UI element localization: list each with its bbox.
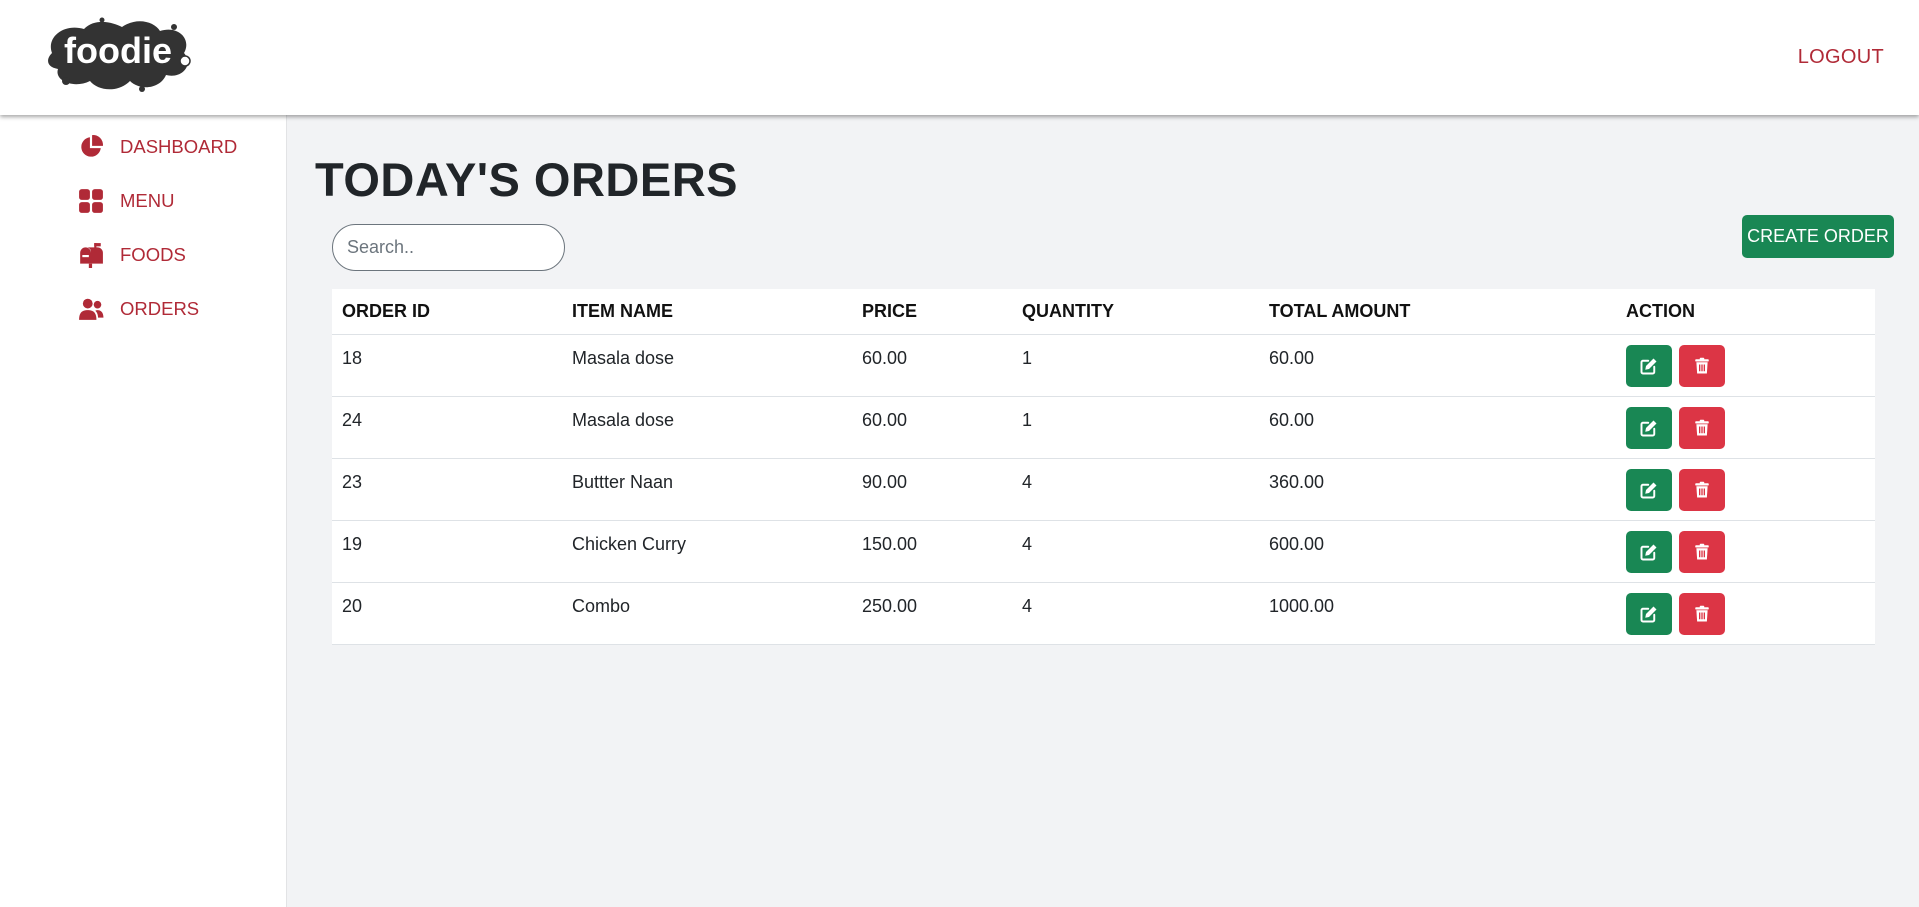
cell-order-id: 18 <box>332 334 562 397</box>
sidebar-item-dashboard[interactable]: DASHBOARD <box>78 132 237 162</box>
delete-button[interactable] <box>1679 468 1726 511</box>
sidebar-item-foods[interactable]: FOODS <box>78 240 186 270</box>
cell-action <box>1616 582 1875 645</box>
cell-item-name: Buttter Naan <box>562 458 852 521</box>
cell-order-id: 24 <box>332 396 562 459</box>
cell-total-amount: 60.00 <box>1259 396 1616 459</box>
trash-icon <box>1695 543 1709 559</box>
delete-button[interactable] <box>1679 592 1726 635</box>
cell-action <box>1616 520 1875 583</box>
sidebar-item-menu[interactable]: MENU <box>78 186 174 216</box>
column-header-price: PRICE <box>852 289 1012 335</box>
sidebar-item-label: FOODS <box>120 244 186 265</box>
column-header-quantity: QUANTITY <box>1012 289 1259 335</box>
delete-button[interactable] <box>1679 344 1726 387</box>
trash-icon <box>1695 481 1709 497</box>
cell-price: 150.00 <box>852 520 1012 583</box>
table-row: 18 Masala dose 60.00 1 60.00 <box>332 334 1875 397</box>
cell-price: 60.00 <box>852 396 1012 459</box>
cell-item-name: Chicken Curry <box>562 520 852 583</box>
grid-icon <box>79 189 103 213</box>
sidebar-item-label: MENU <box>120 190 175 211</box>
table-row: 24 Masala dose 60.00 1 60.00 <box>332 396 1875 459</box>
foodie-logo[interactable]: foodie <box>44 15 194 95</box>
delete-button[interactable] <box>1679 530 1726 573</box>
table-row: 23 Buttter Naan 90.00 4 360.00 <box>332 458 1875 521</box>
cell-order-id: 20 <box>332 582 562 645</box>
cell-order-id: 23 <box>332 458 562 521</box>
trash-icon <box>1695 605 1709 621</box>
sidebar-item-label: ORDERS <box>120 298 200 319</box>
edit-button[interactable] <box>1626 530 1672 573</box>
table-row: 19 Chicken Curry 150.00 4 600.00 <box>332 520 1875 583</box>
orders-table: ORDER ID ITEM NAME PRICE QUANTITY TOTAL … <box>332 289 1875 645</box>
top-navbar: foodie LOGOUT <box>0 0 1919 115</box>
column-header-item-name: ITEM NAME <box>562 289 852 335</box>
page-title: TODAY'S ORDERS <box>315 153 739 206</box>
cell-order-id: 19 <box>332 520 562 583</box>
cell-quantity: 1 <box>1012 334 1259 397</box>
sidebar-item-orders[interactable]: ORDERS <box>78 294 199 324</box>
cell-total-amount: 1000.00 <box>1259 582 1616 645</box>
cell-action <box>1616 334 1875 397</box>
search-input[interactable] <box>332 224 565 271</box>
cell-total-amount: 600.00 <box>1259 520 1616 583</box>
column-header-action: ACTION <box>1616 289 1875 335</box>
users-icon <box>79 298 104 320</box>
cell-price: 90.00 <box>852 458 1012 521</box>
edit-icon <box>1640 606 1657 622</box>
mailbox-icon <box>80 243 103 268</box>
edit-button[interactable] <box>1626 344 1672 387</box>
cell-price: 250.00 <box>852 582 1012 645</box>
cell-quantity: 1 <box>1012 396 1259 459</box>
cell-price: 60.00 <box>852 334 1012 397</box>
delete-button[interactable] <box>1679 406 1726 449</box>
create-order-button[interactable]: CREATE ORDER <box>1742 215 1894 258</box>
sidebar-item-label: DASHBOARD <box>120 136 238 157</box>
cell-action <box>1616 396 1875 459</box>
edit-button[interactable] <box>1626 592 1672 635</box>
logout-link[interactable]: LOGOUT <box>1798 46 1884 69</box>
cell-quantity: 4 <box>1012 582 1259 645</box>
table-row: 20 Combo 250.00 4 1000.00 <box>332 582 1875 645</box>
cell-action <box>1616 458 1875 521</box>
sidebar: DASHBOARD MENU FOODS ORDERS <box>0 115 287 907</box>
cell-item-name: Masala dose <box>562 334 852 397</box>
cell-item-name: Combo <box>562 582 852 645</box>
cell-item-name: Masala dose <box>562 396 852 459</box>
table-header-row: ORDER ID ITEM NAME PRICE QUANTITY TOTAL … <box>332 289 1875 335</box>
column-header-total-amount: TOTAL AMOUNT <box>1259 289 1616 335</box>
trash-icon <box>1695 419 1709 435</box>
cell-quantity: 4 <box>1012 458 1259 521</box>
cell-quantity: 4 <box>1012 520 1259 583</box>
cell-total-amount: 60.00 <box>1259 334 1616 397</box>
edit-button[interactable] <box>1626 406 1672 449</box>
edit-icon <box>1640 420 1657 436</box>
edit-button[interactable] <box>1626 468 1672 511</box>
trash-icon <box>1695 357 1709 373</box>
edit-icon <box>1640 358 1657 374</box>
column-header-order-id: ORDER ID <box>332 289 562 335</box>
svg-text:foodie: foodie <box>64 30 172 71</box>
pie-chart-icon <box>81 135 103 157</box>
cell-total-amount: 360.00 <box>1259 458 1616 521</box>
edit-icon <box>1640 482 1657 498</box>
edit-icon <box>1640 544 1657 560</box>
